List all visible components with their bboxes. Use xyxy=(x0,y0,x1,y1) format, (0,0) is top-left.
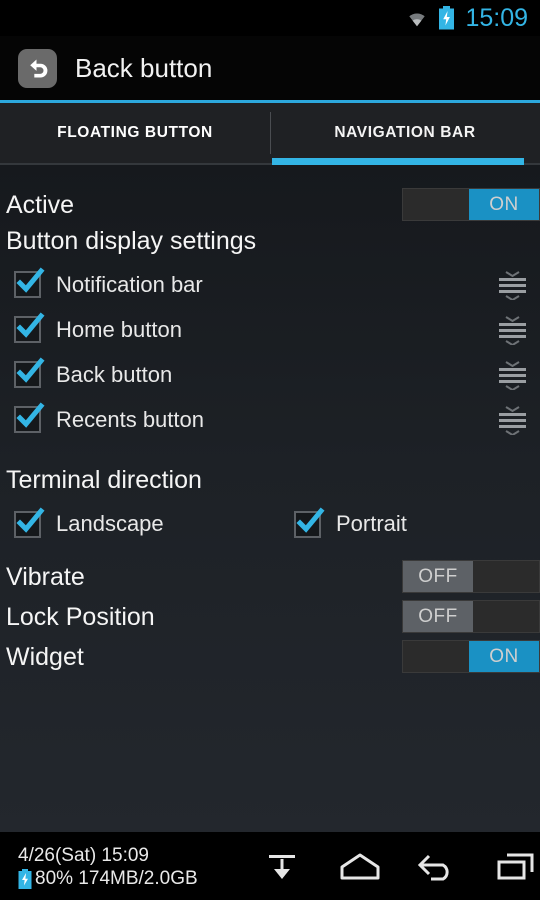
option-landscape-label: Landscape xyxy=(56,511,164,536)
list-item-home-button[interactable]: Home button xyxy=(0,307,540,352)
drag-handle-icon[interactable] xyxy=(496,315,529,346)
list-item-recents-button[interactable]: Recents button xyxy=(0,397,540,442)
option-landscape[interactable]: Landscape xyxy=(14,506,294,538)
list-item-label: Back button xyxy=(56,361,173,387)
list-item-back-button[interactable]: Back button xyxy=(0,352,540,397)
toggle-lock-position-state: OFF xyxy=(403,601,473,632)
settings-content: Active ON Button display settings Notifi… xyxy=(0,165,540,832)
back-icon[interactable] xyxy=(414,849,462,885)
tab-navigation-bar[interactable]: NAVIGATION BAR xyxy=(270,103,540,163)
datetime-text: 4/26(Sat) 15:09 xyxy=(18,845,149,866)
row-active[interactable]: Active ON xyxy=(0,183,540,227)
battery-memory-text: 80% 174MB/2.0GB xyxy=(35,868,198,889)
battery-charging-icon xyxy=(18,868,32,889)
checkbox-recents-button[interactable] xyxy=(14,402,45,433)
tab-floating-button-label: FLOATING BUTTON xyxy=(57,124,213,141)
status-clock: 15:09 xyxy=(465,3,528,32)
row-widget[interactable]: Widget ON xyxy=(0,637,540,677)
app-root: 15:09 Back button FLOATING BUTTON NAVIGA… xyxy=(0,0,540,900)
wifi-icon xyxy=(405,9,429,27)
app-header: Back button xyxy=(0,36,540,101)
list-item-label: Home button xyxy=(56,316,182,342)
toggle-vibrate-state: OFF xyxy=(403,561,473,592)
toggle-vibrate[interactable]: OFF xyxy=(402,560,540,593)
toggle-active[interactable]: ON xyxy=(402,188,540,221)
toggle-widget-state: ON xyxy=(469,641,539,672)
label-button-display-settings: Button display settings xyxy=(6,227,257,255)
status-info: 4/26(Sat) 15:09 80% 174MB/2.0GB xyxy=(0,844,244,890)
label-active: Active xyxy=(6,190,75,219)
back-arrow-icon[interactable] xyxy=(18,49,57,88)
home-icon[interactable] xyxy=(336,849,384,885)
row-vibrate[interactable]: Vibrate OFF xyxy=(0,557,540,597)
checkbox-landscape[interactable] xyxy=(14,506,45,538)
toggle-widget[interactable]: ON xyxy=(402,640,540,673)
option-portrait[interactable]: Portrait xyxy=(294,506,407,538)
tab-floating-button[interactable]: FLOATING BUTTON xyxy=(0,103,270,163)
list-item-label: Notification bar xyxy=(56,271,203,297)
checkbox-home-button[interactable] xyxy=(14,312,45,343)
option-portrait-label: Portrait xyxy=(336,511,407,536)
checkbox-back-button[interactable] xyxy=(14,357,45,388)
label-vibrate: Vibrate xyxy=(6,562,85,591)
recents-icon[interactable] xyxy=(492,849,540,885)
nav-keys xyxy=(244,849,540,885)
pull-down-notification-icon[interactable] xyxy=(258,849,306,885)
drag-handle-icon[interactable] xyxy=(496,360,529,391)
battery-charging-icon xyxy=(438,6,455,30)
tab-separator xyxy=(270,112,271,154)
page-title: Back button xyxy=(75,53,213,83)
system-navigation-bar: 4/26(Sat) 15:09 80% 174MB/2.0GB xyxy=(0,834,540,900)
drag-handle-icon[interactable] xyxy=(496,270,529,301)
list-item-notification-bar[interactable]: Notification bar xyxy=(0,262,540,307)
checkbox-notification-bar[interactable] xyxy=(14,267,45,298)
checkbox-portrait[interactable] xyxy=(294,506,325,538)
label-lock-position: Lock Position xyxy=(6,602,155,631)
list-item-label: Recents button xyxy=(56,406,204,432)
toggle-lock-position[interactable]: OFF xyxy=(402,600,540,633)
row-lock-position[interactable]: Lock Position OFF xyxy=(0,597,540,637)
toggle-active-state: ON xyxy=(469,189,539,220)
row-terminal-direction-options: Landscape Portrait xyxy=(0,501,540,547)
tab-navigation-bar-label: NAVIGATION BAR xyxy=(334,124,476,141)
status-bar: 15:09 xyxy=(0,0,540,36)
battery-memory-row: 80% 174MB/2.0GB xyxy=(18,867,244,890)
label-widget: Widget xyxy=(6,642,84,671)
drag-handle-icon[interactable] xyxy=(496,405,529,436)
label-terminal-direction: Terminal direction xyxy=(6,466,202,494)
